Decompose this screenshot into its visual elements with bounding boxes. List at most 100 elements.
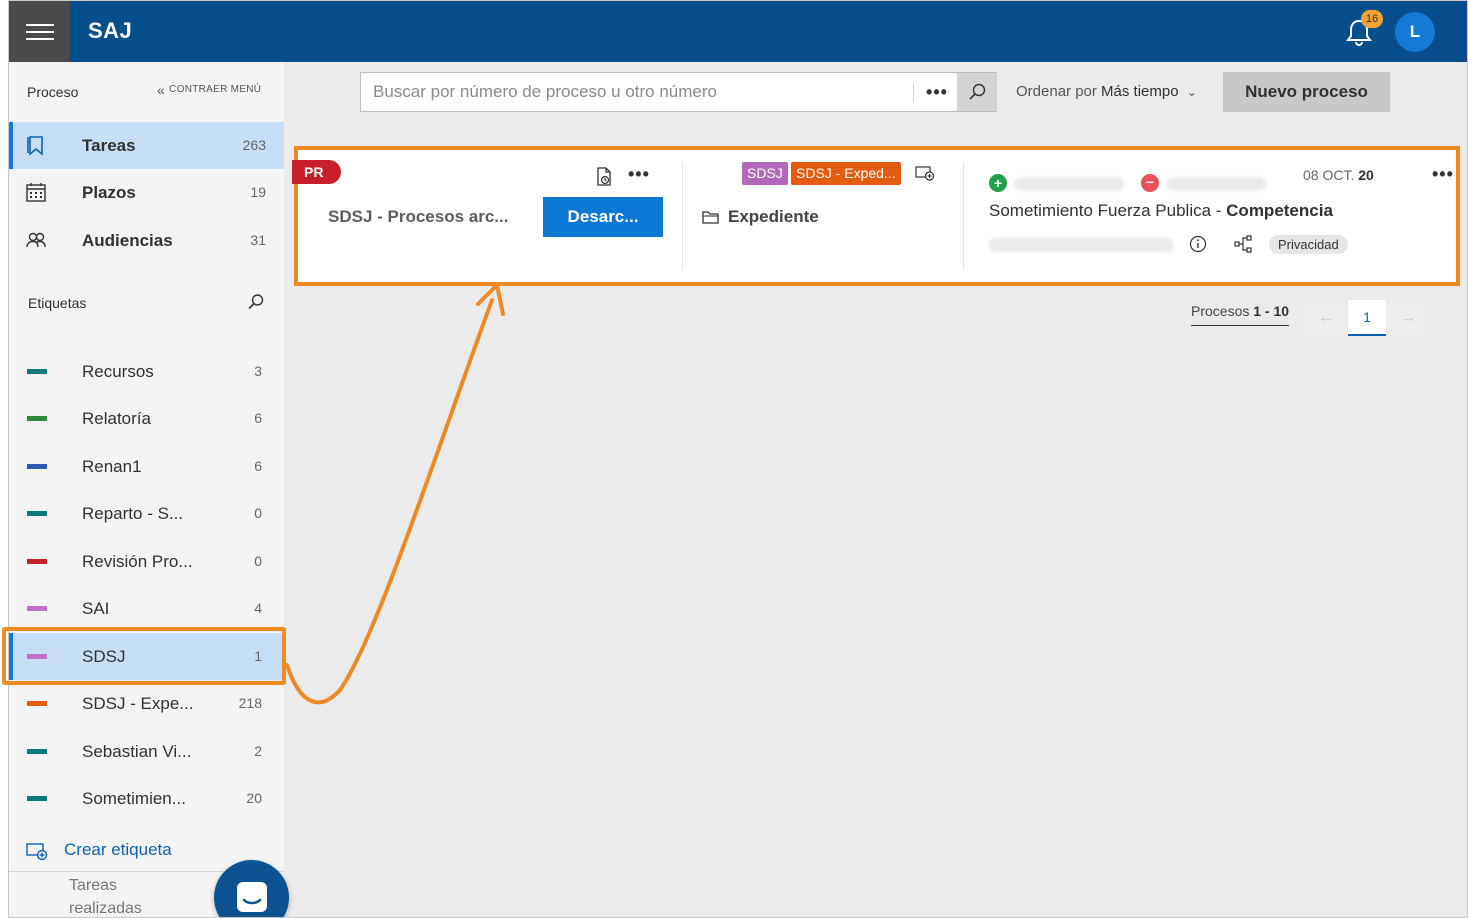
tag-item-revision[interactable]: Revisión Pro... 0 (9, 538, 284, 585)
privacy-badge[interactable]: Privacidad (1269, 235, 1348, 254)
double-chevron-left-icon: « (157, 81, 166, 98)
tag-count: 3 (254, 363, 262, 379)
calendar-icon (26, 183, 46, 202)
done-tasks-link[interactable]: Tareas realizadas (69, 874, 159, 917)
tag-label: SDSJ - Expe... (82, 694, 194, 713)
unarchive-button[interactable]: Desarc... (543, 197, 663, 237)
sidebar-title: Proceso (27, 84, 79, 100)
tag-label: Renan1 (82, 457, 142, 476)
page-button-current[interactable]: 1 (1348, 300, 1386, 336)
minus-circle-icon: − (1141, 174, 1159, 192)
tag-item-relatoria[interactable]: Relatoría 6 (9, 395, 284, 442)
sidebar-item-label: Audiencias (82, 231, 173, 250)
pagination-range: Procesos 1 - 10 (1191, 303, 1290, 326)
tag-chip-sdsj[interactable]: SDSJ (742, 162, 788, 185)
sort-dropdown[interactable]: Ordenar por Más tiempo ⌄ (1016, 83, 1197, 100)
tags-section-title: Etiquetas (28, 295, 87, 311)
tag-item-renan1[interactable]: Renan1 6 (9, 443, 284, 490)
sidebar-item-count: 263 (242, 137, 266, 153)
tag-chip-sdsj-exped[interactable]: SDSJ - Exped... (791, 162, 901, 185)
process-card[interactable]: PR ••• SDSJ - Procesos arc... Desarc... … (292, 146, 1460, 286)
tag-label: SDSJ (82, 647, 126, 666)
sidebar-item-plazos[interactable]: Plazos 19 (9, 169, 284, 216)
notification-badge: 16 (1361, 10, 1383, 28)
tag-item-sebastian[interactable]: Sebastian Vi... 2 (9, 728, 284, 775)
tag-item-sai[interactable]: SAI 4 (9, 585, 284, 632)
search-divider (913, 83, 914, 103)
tag-label: Relatoría (82, 409, 151, 428)
tag-color-swatch (27, 416, 47, 421)
flow-diagram-icon[interactable] (1234, 235, 1254, 253)
prev-page-button[interactable]: ← (1307, 300, 1345, 336)
next-page-button[interactable]: → (1389, 300, 1427, 336)
search-input[interactable] (361, 73, 913, 111)
tag-item-sdsj[interactable]: SDSJ 1 (9, 633, 284, 680)
sidebar-item-count: 31 (250, 232, 266, 248)
card-more-button[interactable]: ••• (628, 164, 650, 185)
plus-circle-icon: + (989, 174, 1007, 192)
people-icon (26, 232, 46, 248)
expediente-link[interactable]: Expediente (728, 207, 819, 227)
avatar[interactable]: L (1395, 12, 1435, 52)
process-date: 08 OCT. 20 (1303, 167, 1374, 183)
tag-label: Reparto - S... (82, 504, 184, 523)
search-icon (969, 83, 986, 100)
sidebar-item-audiencias[interactable]: Audiencias 31 (9, 217, 284, 264)
subject-bold: Competencia (1226, 201, 1333, 220)
pagination-range-value: 1 - 10 (1253, 303, 1290, 319)
add-tag-icon (26, 843, 48, 861)
chevron-down-icon: ⌄ (1186, 85, 1197, 99)
collapse-menu-label: CONTRAER MENÚ (169, 84, 262, 95)
tag-label: Revisión Pro... (82, 552, 193, 571)
redacted-party (1014, 177, 1124, 191)
process-subject: Sometimiento Fuerza Publica - Competenci… (989, 201, 1333, 221)
new-process-button[interactable]: Nuevo proceso (1223, 72, 1390, 112)
sidebar-header: Proceso « CONTRAER MENÚ (9, 62, 284, 122)
tag-count: 2 (254, 743, 262, 759)
tag-count: 0 (254, 505, 262, 521)
pagination-prefix: Procesos (1191, 303, 1250, 319)
search-icon[interactable] (247, 293, 265, 311)
date-day-month: 08 OCT. (1303, 167, 1355, 183)
sidebar-item-tareas[interactable]: Tareas 263 (9, 122, 284, 169)
tag-item-sdsj-expe[interactable]: SDSJ - Expe... 218 (9, 680, 284, 727)
add-tag-icon[interactable] (914, 164, 936, 182)
sidebar-item-label: Plazos (82, 183, 136, 202)
process-name: SDSJ - Procesos arc... (328, 207, 509, 226)
tag-color-swatch (27, 654, 47, 659)
tag-color-swatch (27, 606, 47, 611)
sort-value: Más tiempo (1101, 83, 1179, 100)
tag-count: 6 (254, 458, 262, 474)
tag-item-sometimiento[interactable]: Sometimien... 20 (9, 775, 284, 822)
tag-color-swatch (27, 701, 47, 706)
info-icon[interactable] (1189, 235, 1207, 253)
tag-count: 1 (254, 648, 262, 664)
tag-count: 20 (246, 790, 262, 806)
search-button[interactable] (957, 73, 997, 111)
document-clock-icon[interactable] (594, 166, 614, 188)
menu-icon[interactable] (9, 1, 70, 62)
subject-prefix: Sometimiento Fuerza Publica - (989, 201, 1227, 220)
folder-icon (702, 211, 719, 224)
redacted-party (1166, 177, 1266, 191)
card-options-button[interactable]: ••• (1432, 164, 1454, 185)
bookmark-icon (27, 136, 43, 156)
tag-item-recursos[interactable]: Recursos 3 (9, 348, 284, 395)
sort-prefix: Ordenar por (1016, 83, 1097, 100)
app-window: SAJ 16 L Proceso « CONTRAER MENÚ Tareas … (8, 0, 1468, 918)
tag-label: Sometimien... (82, 789, 186, 808)
create-tag-label: Crear etiqueta (64, 840, 172, 859)
process-type-flag: PR (292, 160, 342, 184)
tag-color-swatch (27, 369, 47, 374)
tag-color-swatch (27, 796, 47, 801)
search-options-button[interactable]: ••• (917, 73, 957, 111)
collapse-menu-button[interactable]: « CONTRAER MENÚ (157, 81, 262, 98)
card-divider (682, 162, 683, 270)
sidebar: Proceso « CONTRAER MENÚ Tareas 263 Plazo… (9, 62, 289, 917)
tag-count: 218 (238, 695, 262, 711)
tag-label: Recursos (82, 362, 154, 381)
tag-label: SAI (82, 599, 110, 618)
tag-item-reparto[interactable]: Reparto - S... 0 (9, 490, 284, 537)
date-year: 20 (1358, 167, 1374, 183)
tag-count: 0 (254, 553, 262, 569)
